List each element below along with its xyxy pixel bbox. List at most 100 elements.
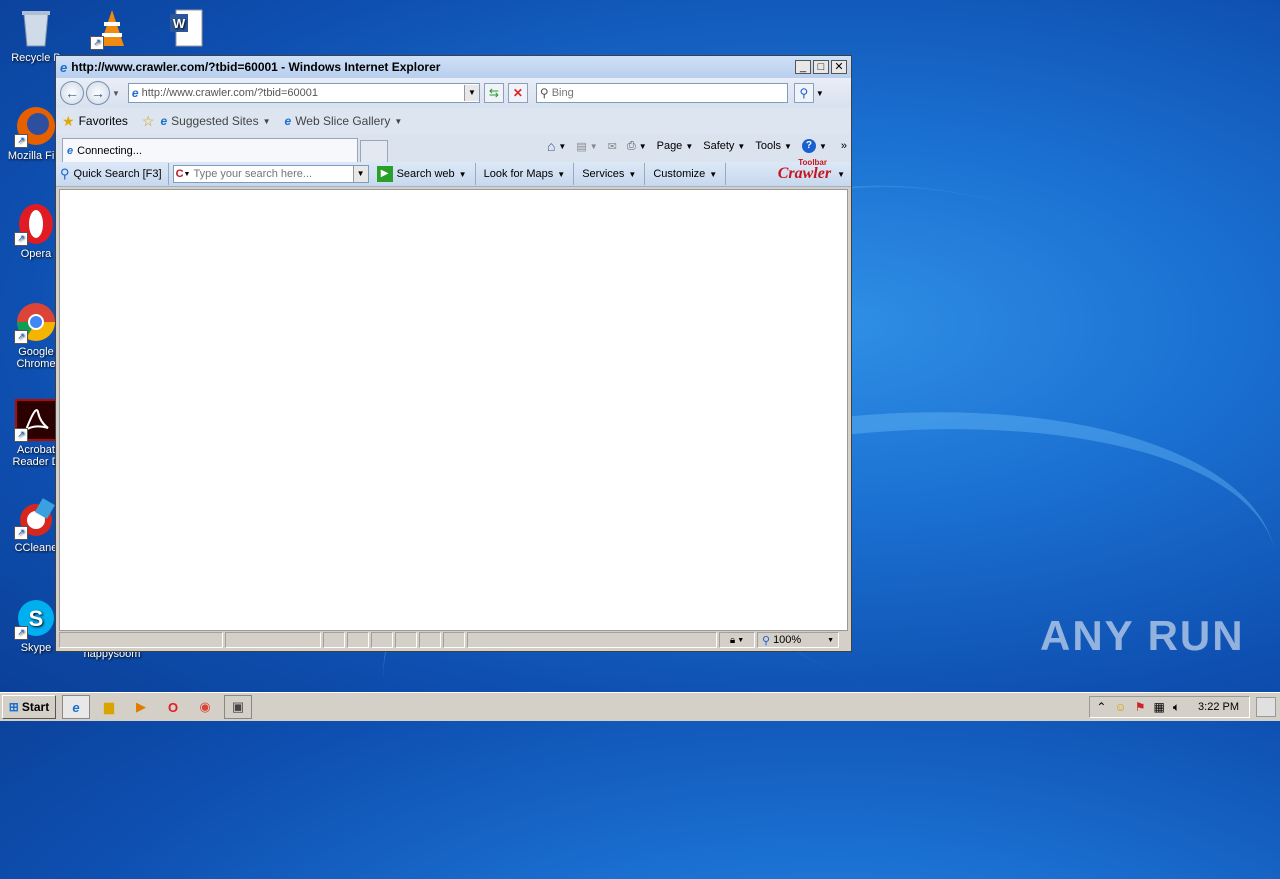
shortcut-arrow-icon: ↗ (14, 134, 28, 148)
quick-search-button[interactable]: ⚲ Quick Search [F3] (56, 163, 169, 185)
search-box: ⚲ (535, 83, 788, 103)
ie-window: e http://www.crawler.com/?tbid=60001 - W… (55, 55, 852, 652)
page-icon: e (131, 86, 139, 100)
anyrun-watermark: ANY RUN (1040, 612, 1245, 659)
search-icon: ⚲ (539, 86, 549, 100)
stop-button[interactable]: ✕ (507, 83, 528, 103)
clock[interactable]: 3:22 PM (1198, 701, 1239, 713)
favorites-bar: ★ Favorites ☆ e Suggested Sites ▼ e Web … (56, 108, 851, 134)
print-button[interactable]: ⎙ ▼ (627, 140, 647, 153)
look-for-maps-button[interactable]: Look for Maps ▼ (476, 163, 575, 185)
status-segment (395, 632, 417, 648)
web-slice-gallery-label: Web Slice Gallery (295, 114, 391, 128)
safety-menu[interactable]: Safety ▼ (703, 140, 745, 152)
back-button[interactable]: ← (60, 81, 84, 105)
search-button[interactable]: ⚲ (793, 83, 814, 103)
recent-pages-dropdown[interactable]: ▼ (112, 89, 120, 98)
forward-button[interactable]: → (86, 81, 110, 105)
new-tab-button[interactable] (360, 140, 388, 162)
expand-chevron-icon[interactable]: » (841, 140, 847, 152)
favorites-button[interactable]: ★ Favorites (62, 113, 128, 130)
show-desktop-button[interactable] (1256, 697, 1276, 717)
status-segment (419, 632, 441, 648)
chevron-down-icon: ▼ (638, 141, 647, 151)
action-center-icon[interactable]: ⚑ (1135, 700, 1146, 714)
web-slice-gallery-button[interactable]: e Web Slice Gallery ▼ (285, 114, 403, 128)
maximize-button[interactable]: □ (813, 60, 829, 74)
suggested-sites-label: Suggested Sites (171, 114, 259, 128)
tab-row: e Connecting... ⌂ ▼ ▤ ▼ ✉ ⎙ ▼ Page ▼ Safety ▼… (56, 134, 851, 162)
smiley-icon[interactable]: ☺ (1114, 700, 1126, 714)
chevron-down-icon: ▼ (837, 169, 845, 179)
chevron-down-icon: ▼ (709, 169, 718, 179)
customize-label: Customize (653, 168, 706, 180)
zoom-button[interactable]: ⚲ 100% ▼ (757, 632, 839, 648)
page-content[interactable] (59, 189, 848, 631)
desktop-icon-vlc[interactable]: ↗ (76, 6, 148, 52)
crawler-search-dropdown[interactable]: ▼ (352, 166, 368, 182)
media-player-icon: ▶ (136, 699, 146, 714)
zoom-icon: ⚲ (762, 634, 771, 647)
address-dropdown[interactable]: ▼ (463, 85, 479, 101)
chrome-icon: ↗ (14, 300, 58, 344)
taskbar-chrome-button[interactable]: ◉ (192, 696, 218, 718)
page-menu[interactable]: Page ▼ (657, 140, 694, 152)
protected-mode-button[interactable]: 🔒︎ ▼ (719, 632, 755, 648)
play-icon: ▶ (376, 166, 393, 182)
recycle-bin-icon (14, 6, 58, 50)
firefox-icon: ↗ (14, 104, 58, 148)
status-segment (443, 632, 465, 648)
network-icon[interactable]: ▦ (1153, 700, 1164, 714)
opera-icon: ↗ (14, 202, 58, 246)
crawler-search-input[interactable] (190, 168, 353, 180)
chevron-down-icon: ▼ (685, 141, 694, 151)
search-input[interactable] (548, 87, 787, 99)
services-button[interactable]: Services ▼ (574, 163, 646, 185)
chevron-down-icon: ▼ (183, 170, 191, 178)
taskbar-opera-button[interactable]: O (160, 696, 186, 718)
help-button[interactable]: ? ▼ (801, 139, 827, 153)
tools-menu[interactable]: Tools ▼ (755, 140, 792, 152)
feeds-button[interactable]: ▤ ▼ (576, 140, 597, 153)
chevron-down-icon: ▼ (262, 116, 271, 126)
search-options-dropdown[interactable]: ▼ (816, 89, 824, 98)
rss-icon: ▤ (576, 140, 587, 153)
printer-icon: ⎙ (626, 139, 636, 152)
show-hidden-icons-icon[interactable]: ⌃ (1096, 700, 1106, 714)
chrome-icon: ◉ (199, 699, 211, 714)
volume-icon[interactable]: 🔈︎ (1173, 700, 1180, 715)
chevron-down-icon: ▼ (557, 169, 566, 179)
chevron-down-icon: ▼ (737, 141, 746, 151)
crawler-brand-text: Crawler (777, 165, 832, 182)
start-button[interactable]: ⊞ Start (2, 695, 56, 719)
title-bar[interactable]: e http://www.crawler.com/?tbid=60001 - W… (56, 56, 851, 78)
opera-icon: O (167, 699, 179, 715)
desktop-icon-word[interactable]: W (150, 6, 222, 52)
shortcut-arrow-icon: ↗ (90, 36, 104, 50)
home-button[interactable]: ⌂ ▼ (547, 138, 566, 154)
shortcut-arrow-icon: ↗ (14, 428, 28, 442)
ie-page-icon: e (284, 114, 292, 128)
tab-connecting[interactable]: e Connecting... (62, 138, 358, 162)
taskbar-app-button[interactable]: ▣ (224, 695, 252, 719)
tab-label: Connecting... (77, 144, 142, 157)
search-web-button[interactable]: ▶ Search web ▼ (369, 163, 476, 185)
refresh-button[interactable]: ⇆ (483, 83, 504, 103)
favorites-label: Favorites (78, 114, 128, 128)
taskbar-ie-button[interactable]: e (62, 695, 90, 719)
taskbar: ⊞ Start e ▆ ▶ O ◉ ▣ ⌃ ☺ ⚑ ▦ 🔈︎ 3:22 PM (0, 692, 1280, 721)
crawler-brand-logo[interactable]: Toolbar Crawler ▼ (777, 158, 845, 183)
suggested-sites-button[interactable]: e Suggested Sites ▼ (160, 114, 270, 128)
ccleaner-icon: ↗ (14, 496, 58, 540)
chevron-down-icon: ▼ (458, 169, 467, 179)
taskbar-explorer-button[interactable]: ▆ (96, 696, 122, 718)
chevron-down-icon: ▼ (589, 141, 598, 151)
taskbar-media-player-button[interactable]: ▶ (128, 696, 154, 718)
customize-button[interactable]: Customize ▼ (645, 163, 727, 185)
minimize-button[interactable]: _ (795, 60, 811, 74)
close-button[interactable]: ✕ (831, 60, 847, 74)
mail-button[interactable]: ✉ (608, 140, 617, 153)
address-input[interactable] (138, 87, 464, 99)
add-favorites-icon[interactable]: ☆ (142, 113, 155, 130)
chevron-down-icon: ▼ (827, 636, 834, 644)
